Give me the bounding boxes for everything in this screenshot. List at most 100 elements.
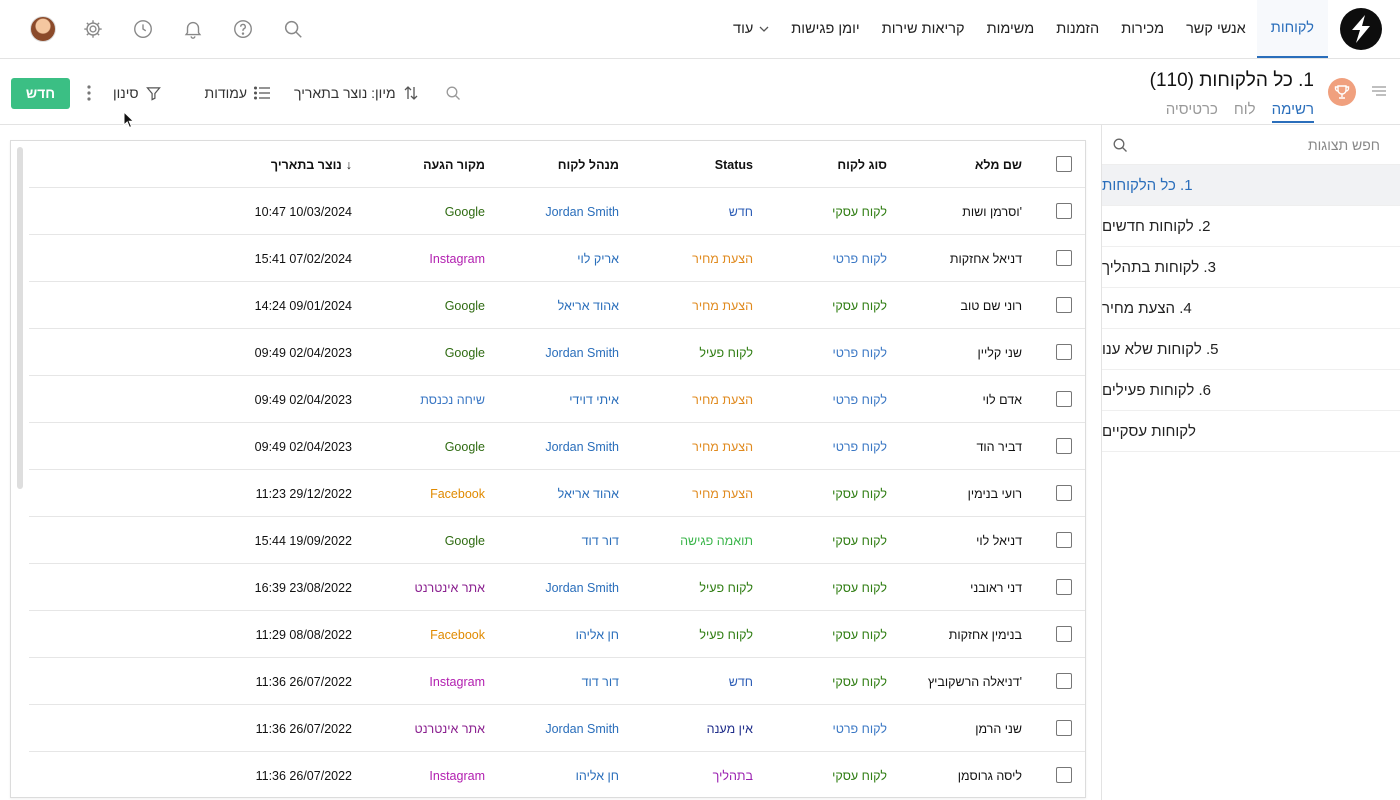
cell-manager[interactable]: אהוד אריאל <box>558 470 619 517</box>
cell-name: אדם לוי <box>982 392 1022 407</box>
table-row[interactable]: בנימין אחזקות לקוח עסקי לקוח פעיל חן אליהו F… <box>29 611 1085 658</box>
table-row[interactable]: אדם לוי לקוח פרטי הצעת מחיר איתי דוידי שיחה … <box>29 376 1085 423</box>
row-checkbox[interactable] <box>1056 720 1072 736</box>
table-scrollbar[interactable] <box>17 147 23 489</box>
nav-more-dropdown[interactable]: עוד <box>722 0 780 58</box>
global-search-icon[interactable] <box>268 13 318 45</box>
cell-manager[interactable]: Jordan Smith <box>545 705 619 752</box>
sidebar-view-item[interactable]: 3. לקוחות בתהליך <box>1102 247 1400 288</box>
table-row[interactable]: רוני שם טוב לקוח עסקי הצעת מחיר אהוד אריאל G… <box>29 282 1085 329</box>
table-row[interactable]: ליסה גרוסמן לקוח עסקי בתהליך חן אליהו Instag… <box>29 752 1085 797</box>
cell-manager[interactable]: דור דוד <box>582 658 619 705</box>
view-title: 1. כל הלקוחות (110) <box>1149 70 1314 91</box>
sort-button[interactable]: מיון: נוצר בתאריך <box>294 85 419 101</box>
cell-name: שני קליין <box>977 345 1022 360</box>
sidebar-view-item[interactable]: 1. כל הלקוחות <box>1102 165 1400 206</box>
main-nav: לקוחות אנשי קשר מכירות הזמנות משימות קריאות ש… <box>722 0 1328 58</box>
view-tab-2[interactable]: כרטיסיה <box>1166 101 1218 123</box>
row-checkbox[interactable] <box>1056 438 1072 454</box>
row-checkbox[interactable] <box>1056 532 1072 548</box>
cell-name: וסרמן ושות' <box>962 204 1022 219</box>
sidebar-view-item[interactable]: 6. לקוחות פעילים <box>1102 370 1400 411</box>
table-row[interactable]: דניאל אחזקות לקוח פרטי הצעת מחיר אריק לוי In… <box>29 235 1085 282</box>
cell-created: 11:36 26/07/2022 <box>255 674 352 689</box>
app-logo[interactable] <box>1340 8 1382 50</box>
notifications-bell-icon[interactable] <box>168 13 218 45</box>
logo-mark-icon <box>1352 15 1370 43</box>
nav-item-5[interactable]: קריאות שירות <box>871 0 976 58</box>
cell-manager[interactable]: חן אליהו <box>576 611 619 658</box>
row-checkbox[interactable] <box>1056 579 1072 595</box>
more-options-kebab-icon[interactable] <box>87 85 91 101</box>
row-checkbox[interactable] <box>1056 344 1072 360</box>
cell-created: 15:41 07/02/2024 <box>254 251 352 266</box>
sidebar-view-item[interactable]: 2. לקוחות חדשים <box>1102 206 1400 247</box>
sidebar-view-item[interactable]: לקוחות עסקיים <box>1102 411 1400 452</box>
cell-created: 09:49 02/04/2023 <box>254 345 352 360</box>
cell-manager[interactable]: איתי דוידי <box>569 376 619 423</box>
row-checkbox[interactable] <box>1056 391 1072 407</box>
table-row[interactable]: וסרמן ושות' לקוח עסקי חדש Jordan Smith Googl… <box>29 188 1085 235</box>
sort-label: מיון: נוצר בתאריך <box>294 85 396 101</box>
cell-manager[interactable]: Jordan Smith <box>545 564 619 611</box>
settings-gear-icon[interactable] <box>68 13 118 45</box>
table-row[interactable]: דניאלה הרשקוביץ' לקוח עסקי חדש דור דוד Insta… <box>29 658 1085 705</box>
row-checkbox[interactable] <box>1056 673 1072 689</box>
table-row[interactable]: דני ראובני לקוח עסקי לקוח פעיל Jordan Smith… <box>29 564 1085 611</box>
new-record-button[interactable]: חדש <box>11 77 70 109</box>
sidebar-view-item[interactable]: 4. הצעת מחיר <box>1102 288 1400 329</box>
nav-item-4[interactable]: משימות <box>976 0 1046 58</box>
nav-item-3[interactable]: הזמנות <box>1045 0 1110 58</box>
sidebar-view-item[interactable]: 5. לקוחות שלא ענו <box>1102 329 1400 370</box>
table-row[interactable]: שני הרמן לקוח פרטי אין מענה Jordan Smith אתר… <box>29 705 1085 752</box>
trophy-icon <box>1328 78 1356 106</box>
row-checkbox[interactable] <box>1056 485 1072 501</box>
nav-item-0[interactable]: לקוחות <box>1256 0 1328 58</box>
columns-button[interactable]: עמודות <box>205 85 271 101</box>
table-row[interactable]: שני קליין לקוח פרטי לקוח פעיל Jordan Smith G… <box>29 329 1085 376</box>
filter-funnel-icon <box>145 86 161 101</box>
nav-item-2[interactable]: מכירות <box>1110 0 1175 58</box>
cell-name: רועי בנימין <box>967 486 1022 501</box>
views-search[interactable]: חפש תצוגות <box>1102 125 1400 165</box>
row-checkbox[interactable] <box>1056 203 1072 219</box>
table-row[interactable]: דביר הוד לקוח פרטי הצעת מחיר Jordan Smith Go… <box>29 423 1085 470</box>
header-source[interactable]: מקור הגעה <box>423 141 485 188</box>
row-checkbox[interactable] <box>1056 767 1072 783</box>
header-name[interactable]: שם מלא <box>975 141 1022 188</box>
cell-name: בנימין אחזקות <box>948 627 1022 642</box>
header-manager[interactable]: מנהל לקוח <box>558 141 619 188</box>
table-row[interactable]: דניאל לוי לקוח עסקי תואמה פגישה דור דוד Goog… <box>29 517 1085 564</box>
cell-manager[interactable]: אהוד אריאל <box>558 282 619 329</box>
cell-manager[interactable]: חן אליהו <box>576 752 619 797</box>
nav-item-6[interactable]: יומן פגישות <box>780 0 870 58</box>
cell-created: 10:47 10/03/2024 <box>254 204 352 219</box>
table-search-icon[interactable] <box>445 85 461 101</box>
cell-manager[interactable]: Jordan Smith <box>545 329 619 376</box>
history-clock-icon[interactable] <box>118 13 168 45</box>
row-checkbox[interactable] <box>1056 626 1072 642</box>
row-checkbox[interactable] <box>1056 250 1072 266</box>
table-row[interactable]: רועי בנימין לקוח עסקי הצעת מחיר אהוד אריאל F… <box>29 470 1085 517</box>
cell-manager[interactable]: Jordan Smith <box>545 423 619 470</box>
help-question-icon[interactable] <box>218 13 268 45</box>
user-avatar[interactable] <box>18 13 68 45</box>
nav-item-1[interactable]: אנשי קשר <box>1175 0 1257 58</box>
cell-manager[interactable]: אריק לוי <box>577 235 619 282</box>
sidebar-toggle-menu-icon[interactable] <box>1372 84 1386 100</box>
view-tab-1[interactable]: לוח <box>1234 101 1256 123</box>
cell-name: דניאלה הרשקוביץ' <box>927 674 1022 689</box>
select-all-checkbox[interactable] <box>1056 156 1072 172</box>
cell-type: לקוח עסקי <box>832 580 887 595</box>
header-type[interactable]: סוג לקוח <box>837 141 887 188</box>
header-status[interactable]: Status <box>715 141 753 188</box>
cell-source: Google <box>444 298 485 313</box>
cell-manager[interactable]: דור דוד <box>582 517 619 564</box>
cell-manager[interactable]: Jordan Smith <box>545 188 619 235</box>
filter-button[interactable]: סינון <box>113 85 161 101</box>
header-created[interactable]: ↓ נוצר בתאריך <box>271 141 352 188</box>
view-tab-0[interactable]: רשימה <box>1271 101 1314 123</box>
cell-status: הצעת מחיר <box>692 251 753 266</box>
row-checkbox[interactable] <box>1056 297 1072 313</box>
cell-created: 16:39 23/08/2022 <box>254 580 352 595</box>
